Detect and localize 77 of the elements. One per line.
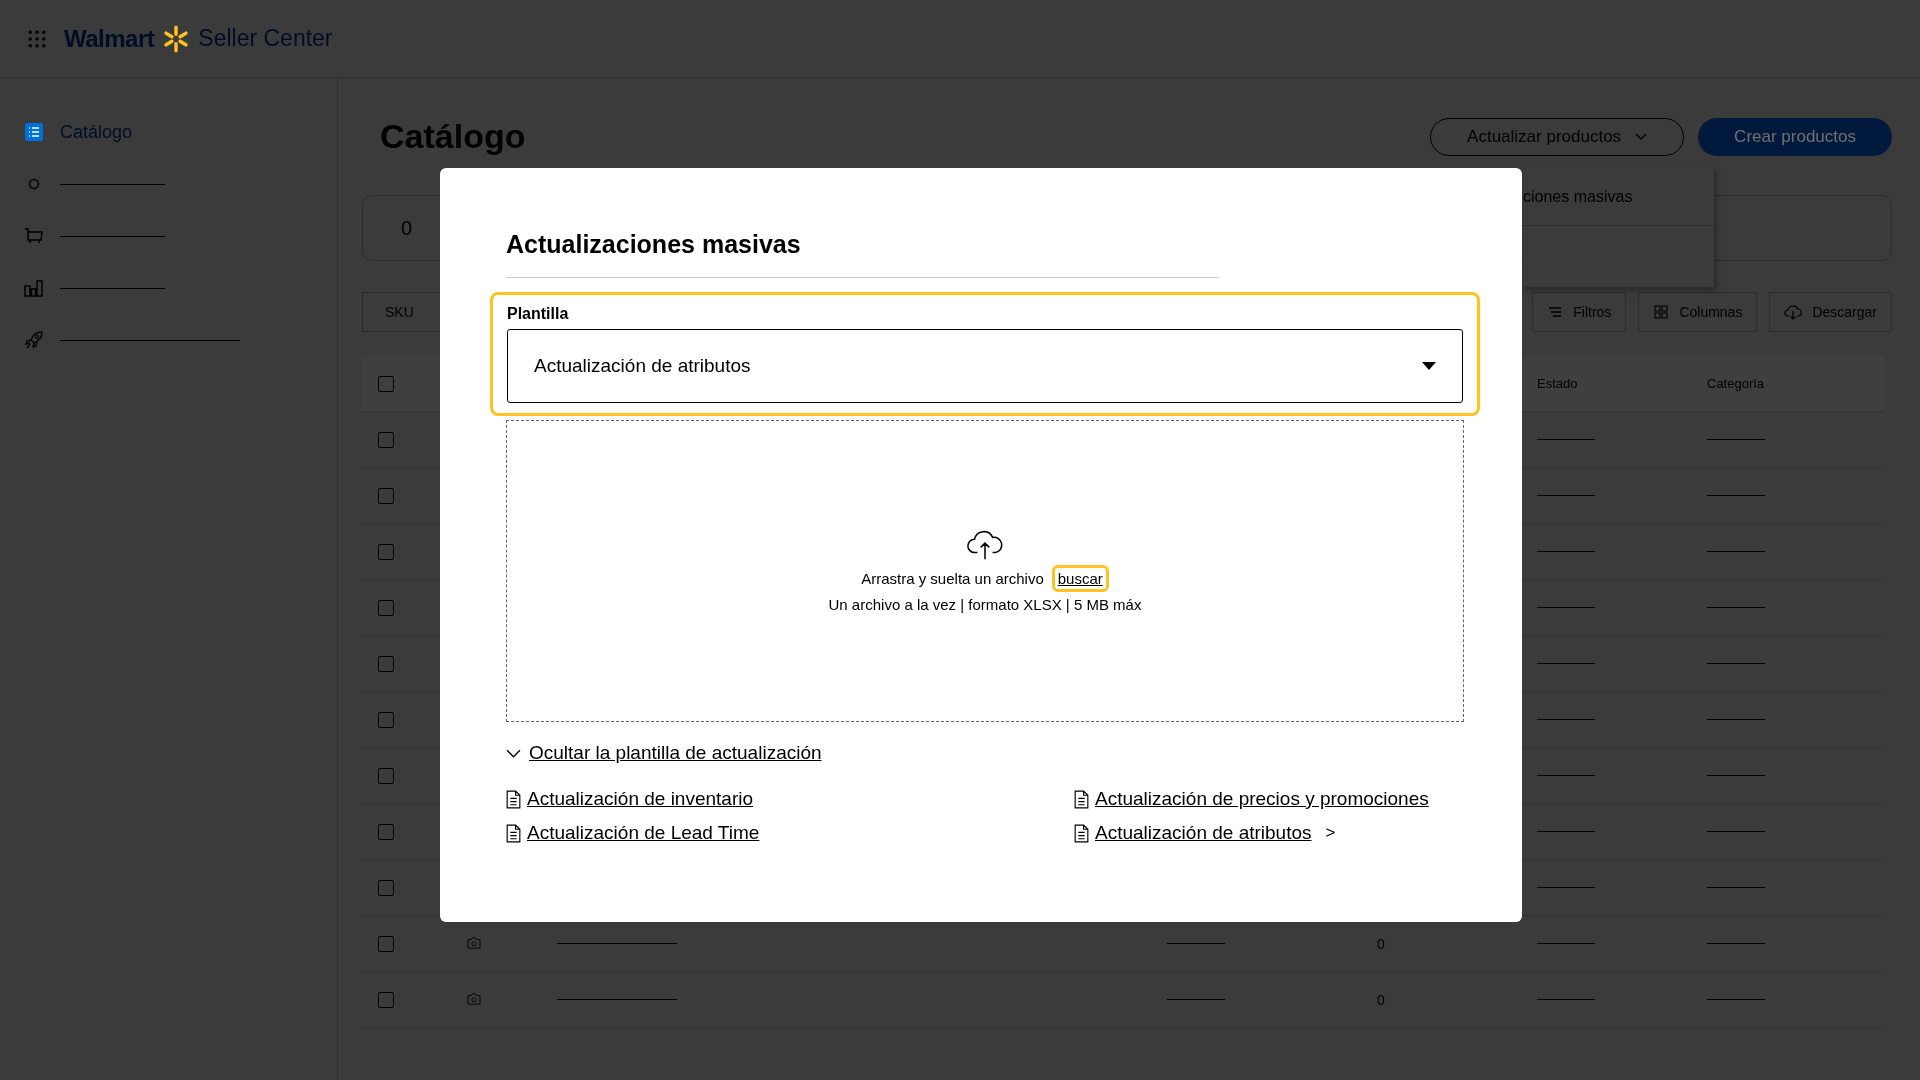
caret-icon [1422,362,1436,370]
chevron-icon [506,748,521,758]
camera-icon [467,992,481,1005]
skeleton-line [1167,943,1225,944]
checkbox[interactable] [378,375,394,392]
create-button[interactable]: Crear productos [1698,117,1892,156]
skeleton-line [1707,495,1765,496]
table-cell: 0 [1377,991,1385,1008]
template-link[interactable]: Actualización de inventario [527,788,754,810]
document-icon [506,823,521,843]
template-link[interactable]: Actualización de atributos [1095,822,1312,844]
checkbox[interactable] [378,991,394,1008]
skeleton-line [1537,607,1595,608]
filter-icon [1547,304,1564,320]
rocket-icon [24,330,44,350]
camera-icon [467,936,481,949]
skeleton-line [1537,719,1595,720]
arrow-text: > [1325,823,1336,843]
list-icon [24,122,44,142]
skeleton-line [1707,943,1765,944]
skeleton-line [1537,551,1595,552]
skeleton-line [1707,887,1765,888]
brand-logo-text: Walmart [64,24,155,53]
drop-text: Arrastra y suelta un archivo [861,570,1044,587]
skeleton-line [1537,943,1595,944]
checkbox[interactable] [378,767,394,784]
template-link[interactable]: Actualización de Lead Time [527,822,760,844]
template-link[interactable]: Actualización de precios y promociones [1095,788,1429,810]
skeleton-line [1537,887,1595,888]
grid-icon [1653,304,1670,320]
column-header: Categoría [1706,376,1766,391]
skeleton-line [1707,999,1765,1000]
skeleton-line [1707,607,1765,608]
skeleton-line [1707,439,1765,440]
document-icon [506,789,521,809]
cloud-upload-icon [966,529,1004,561]
skeleton-line [1707,831,1765,832]
spark-icon [162,24,191,53]
drop-zone[interactable]: Arrastra y suelta un archivo buscar Un archivo a la vez | formato XLSX | 5 MB máx [506,420,1464,722]
modal-title: Actualizaciones masivas [506,230,1219,278]
bar-chart-icon [24,278,44,298]
table-cell: 0 [1377,935,1385,952]
checkbox[interactable] [378,599,394,616]
checkbox[interactable] [378,935,394,952]
field-label: Plantilla [507,305,570,323]
toggle-link[interactable]: Ocultar la plantilla de actualización [506,742,822,764]
skeleton-line [1537,495,1595,496]
chevron-down-icon [1635,132,1648,141]
skeleton-line [1707,551,1765,552]
skeleton-line [1707,719,1765,720]
skeleton-line [1167,999,1225,1000]
checkbox[interactable] [378,543,394,560]
skeleton-line [1537,663,1595,664]
file-hint: Un archivo a la vez | formato XLSX | 5 MB máx [828,596,1142,613]
document-icon [1074,789,1089,809]
checkbox[interactable] [378,431,394,448]
browse-link[interactable]: buscar [1051,565,1109,592]
skeleton-line [1537,831,1595,832]
page-title: Catálogo [379,117,527,156]
skeleton-line [1537,439,1595,440]
checkbox[interactable] [378,487,394,504]
skeleton-line [1707,775,1765,776]
app-grid-icon[interactable] [28,29,46,48]
document-icon [1074,823,1089,843]
checkbox[interactable] [378,879,394,896]
summary-value: 0 [401,216,413,240]
checkbox[interactable] [378,823,394,840]
column-header: Estado [1536,376,1579,391]
skeleton-line [1537,999,1595,1000]
cloud-download-icon [1784,304,1803,320]
template-select[interactable]: Actualización de atributos [507,329,1463,403]
skeleton-line [1537,775,1595,776]
cart-icon [24,226,44,246]
checkbox[interactable] [378,711,394,728]
checkbox[interactable] [378,655,394,672]
product-name: Seller Center [198,25,333,52]
skeleton-line [1707,663,1765,664]
